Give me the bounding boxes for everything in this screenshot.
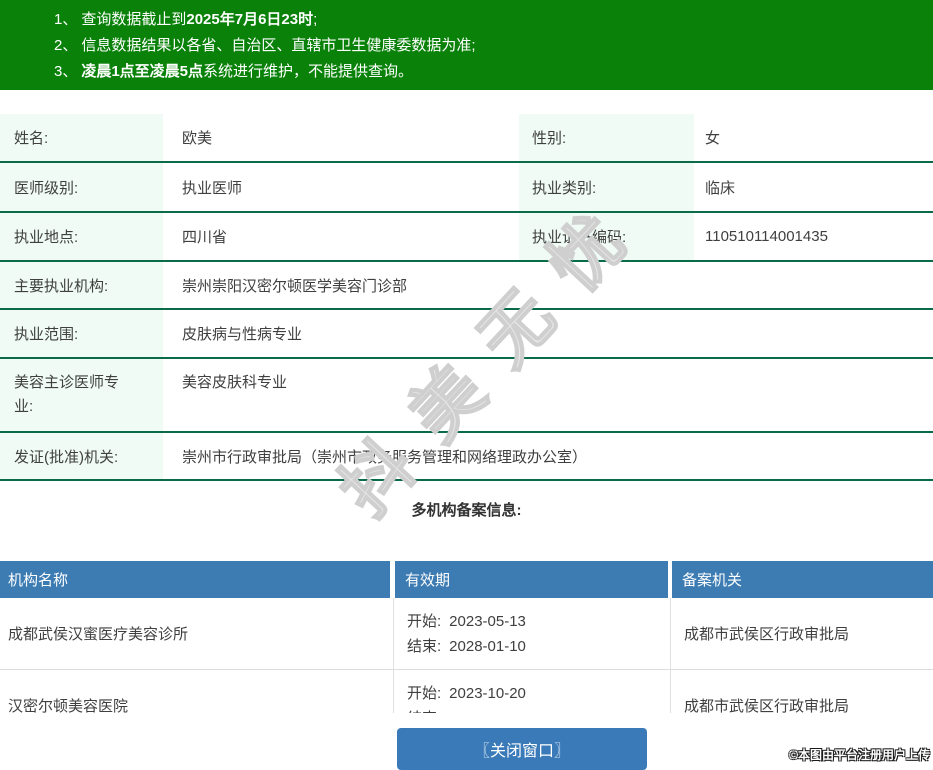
notice-text: 系统进行维护，不能提供查询。 — [203, 63, 413, 80]
level-label: 医师级别: — [0, 163, 163, 211]
records-table: 机构名称 有效期 备案机关 成都武侯汉蜜医疗美容诊所 开始: 2023-05-13… — [0, 561, 933, 713]
record-validity: 开始: 2023-05-13 结束: 2028-01-10 — [394, 598, 671, 669]
record-authority: 成都市武侯区行政审批局 — [671, 598, 933, 669]
profile-row-cosmetic: 美容主诊医师专业: 美容皮肤科专业 — [0, 359, 933, 433]
place-label: 执业地点: — [0, 213, 163, 260]
validity-end: 结束: 2028-01-10 — [407, 634, 526, 659]
notice-text: ; — [313, 11, 317, 28]
end-label: 结束: — [407, 638, 441, 655]
start-date: 2023-10-20 — [449, 685, 526, 702]
header-org-name: 机构名称 — [0, 561, 390, 598]
upload-credit-text: ©本图由平台注册用户上传 — [789, 746, 930, 763]
gender-label: 性别: — [519, 114, 694, 161]
place-value: 四川省 — [163, 213, 519, 260]
notice-text: 信息数据结果以各省、自治区、直辖市卫生健康委数据为准; — [81, 37, 475, 54]
cosmetic-specialty-label: 美容主诊医师专业: — [0, 359, 163, 431]
start-label: 开始: — [407, 613, 441, 630]
end-date: 2028-01-10 — [449, 638, 526, 655]
start-label: 开始: — [407, 685, 441, 702]
gender-value: 女 — [694, 114, 933, 161]
notice-line-2: 2、信息数据结果以各省、自治区、直辖市卫生健康委数据为准; — [54, 33, 933, 59]
category-value: 临床 — [694, 163, 933, 211]
notice-line-3: 3、凌晨1点至凌晨5点系统进行维护，不能提供查询。 — [54, 59, 933, 85]
end-label: 结束: — [407, 710, 441, 714]
scope-value: 皮肤病与性病专业 — [163, 310, 933, 357]
issuer-label: 发证(批准)机关: — [0, 433, 163, 479]
issuer-value: 崇州市行政审批局（崇州市政务服务管理和网络理政办公室） — [163, 433, 933, 479]
validity-start: 开始: 2023-10-20 — [407, 681, 526, 706]
header-validity: 有效期 — [395, 561, 668, 598]
profile-row-org: 主要执业机构: 崇州崇阳汉密尔顿医学美容门诊部 — [0, 262, 933, 310]
profile-row-place-cert: 执业地点: 四川省 执业证书编码: 110510114001435 — [0, 213, 933, 262]
notice-text: 查询数据截止到 — [81, 11, 186, 28]
profile-row-level-category: 医师级别: 执业医师 执业类别: 临床 — [0, 163, 933, 213]
org-label: 主要执业机构: — [0, 262, 163, 308]
category-label: 执业类别: — [519, 163, 694, 211]
name-label: 姓名: — [0, 114, 163, 161]
notice-text-bold: 凌晨1点至凌晨5点 — [81, 63, 203, 80]
org-value: 崇州崇阳汉密尔顿医学美容门诊部 — [163, 262, 933, 308]
table-row: 汉密尔顿美容医院 开始: 2023-10-20 结束: 2025-10-19 成都市… — [0, 670, 933, 713]
records-section-title: 多机构备案信息: — [0, 499, 933, 517]
notice-number: 2、 — [54, 37, 77, 54]
notice-line-1: 1、查询数据截止到2025年7月6日23时; — [54, 7, 933, 33]
cert-value: 110510114001435 — [694, 213, 933, 260]
profile-table: 姓名: 欧美 性别: 女 医师级别: 执业医师 执业类别: 临床 执业地点: 四… — [0, 114, 933, 481]
cosmetic-specialty-value: 美容皮肤科专业 — [163, 359, 933, 431]
records-table-header: 机构名称 有效期 备案机关 — [0, 561, 933, 598]
notice-banner: 1、查询数据截止到2025年7月6日23时; 2、信息数据结果以各省、自治区、直… — [0, 0, 933, 90]
start-date: 2023-05-13 — [449, 613, 526, 630]
record-validity: 开始: 2023-10-20 结束: 2025-10-19 — [394, 670, 671, 713]
record-org-name: 成都武侯汉蜜医疗美容诊所 — [0, 598, 394, 669]
profile-row-scope: 执业范围: 皮肤病与性病专业 — [0, 310, 933, 359]
header-authority: 备案机关 — [672, 561, 933, 598]
profile-row-issuer: 发证(批准)机关: 崇州市行政审批局（崇州市政务服务管理和网络理政办公室） — [0, 433, 933, 481]
scope-label: 执业范围: — [0, 310, 163, 357]
validity-end: 结束: 2025-10-19 — [407, 706, 526, 714]
record-authority: 成都市武侯区行政审批局 — [671, 670, 933, 713]
notice-number: 3、 — [54, 63, 77, 80]
name-value: 欧美 — [163, 114, 519, 161]
record-org-name: 汉密尔顿美容医院 — [0, 670, 394, 713]
level-value: 执业医师 — [163, 163, 519, 211]
notice-text-bold: 2025年7月6日23时 — [186, 11, 313, 28]
validity-start: 开始: 2023-05-13 — [407, 609, 526, 634]
end-date: 2025-10-19 — [449, 710, 526, 714]
close-window-button[interactable]: 〖关闭窗口〗 — [397, 728, 647, 770]
cert-label: 执业证书编码: — [519, 213, 694, 260]
notice-number: 1、 — [54, 11, 77, 28]
profile-row-name-gender: 姓名: 欧美 性别: 女 — [0, 114, 933, 163]
table-row: 成都武侯汉蜜医疗美容诊所 开始: 2023-05-13 结束: 2028-01-10… — [0, 598, 933, 670]
